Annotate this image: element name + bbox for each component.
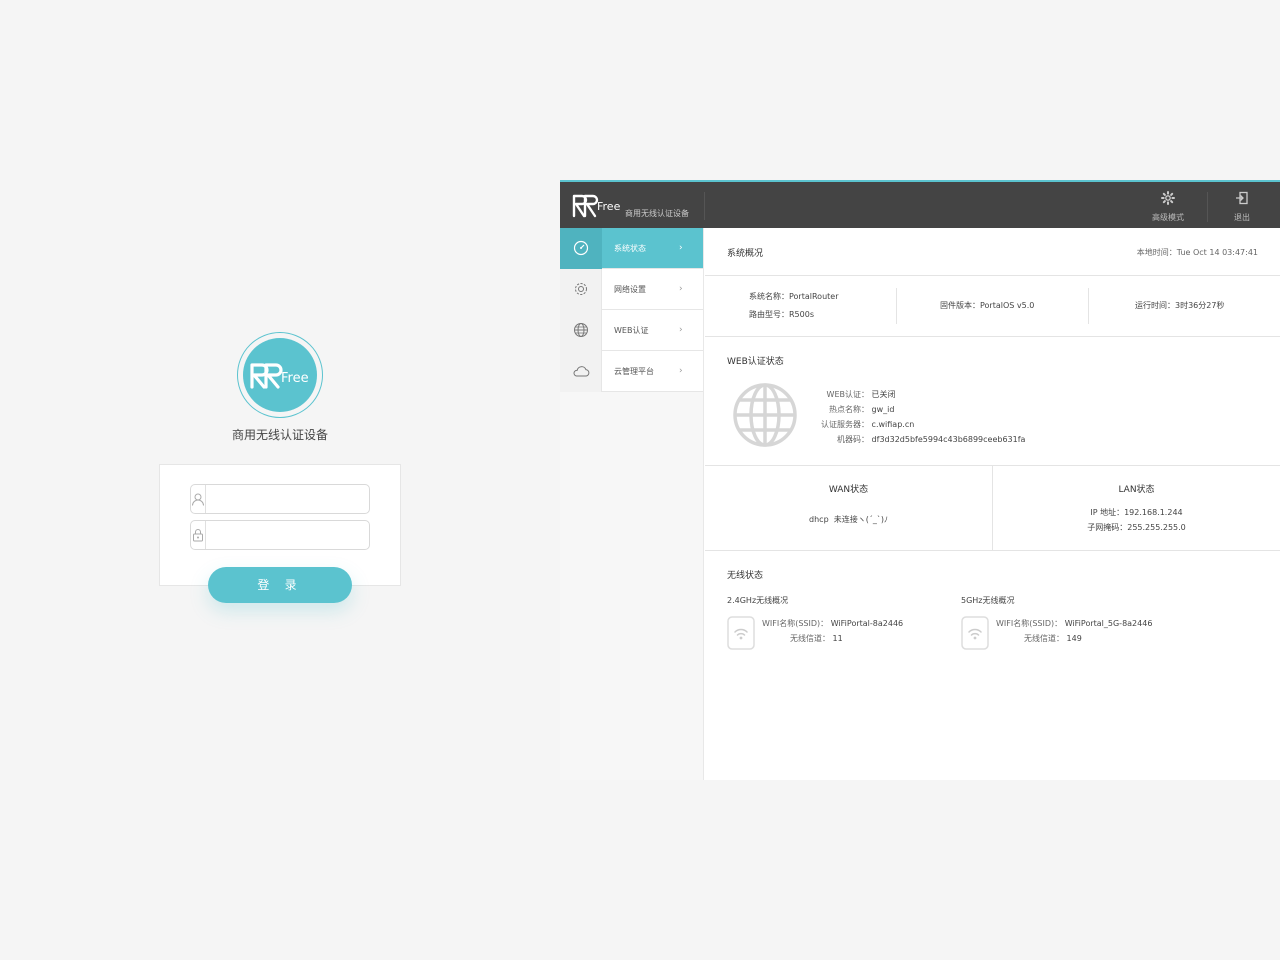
firmware-version: 固件版本：PortalOS v5.0 [940, 301, 1035, 310]
logout-label: 退出 [1234, 213, 1250, 222]
band-24-channel: 无线信道： 11 [790, 634, 843, 643]
login-subtitle: 商用无线认证设备 [231, 428, 328, 442]
system-name: 系统名称：PortalRouter [749, 292, 839, 301]
sidebar-item-system-status[interactable]: 系统状态 › [560, 227, 703, 269]
uptime: 运行时间：3时36分27秒 [1135, 301, 1225, 310]
svg-text:Free: Free [597, 200, 621, 213]
password-input[interactable] [206, 522, 373, 548]
lan-ip: IP 地址：192.168.1.244 [1090, 508, 1183, 517]
router-model: 路由型号：R500s [749, 310, 814, 319]
band-5-title: 5GHz无线概况 [961, 596, 1015, 605]
password-field[interactable] [190, 520, 373, 550]
dashboard-icon [560, 227, 602, 269]
login-button[interactable]: 登 录 [208, 567, 352, 603]
wireless-title: 无线状态 [727, 571, 764, 581]
chevron-right-icon: › [679, 366, 683, 376]
header-separator [1207, 192, 1208, 222]
svg-text:Free: Free [281, 371, 309, 386]
band-24-title: 2.4GHz无线概况 [727, 596, 789, 605]
web-auth-title: WEB认证状态 [727, 357, 784, 367]
wan-status: dhcp 未连接ヽ(ˊ_ˋ)ﾉ [809, 515, 888, 524]
band-5-ssid: WIFI名称(SSID)： WiFiPortal_5G-8a2446 [996, 619, 1153, 628]
username-input[interactable] [206, 486, 373, 512]
sidebar-item-network-settings[interactable]: 网络设置 › [560, 268, 703, 310]
advanced-mode-label: 高级模式 [1152, 213, 1184, 222]
web-auth-details: WEB认证： 已关闭 热点名称： gw_id 认证服务器： c.wifiap.c… [821, 390, 1026, 444]
top-header: Free 商用无线认证设备 高级模式 退出 [560, 180, 1280, 228]
sidebar-nav: 系统状态 › 网络设置 › WEB认证 › 云管理平台 › [560, 227, 704, 780]
advanced-mode-button[interactable]: 高级模式 [1152, 190, 1184, 223]
sidebar-item-label: 系统状态 [614, 243, 646, 253]
globe-icon [560, 309, 602, 351]
logout-icon [1235, 190, 1249, 209]
sidebar-item-label: 网络设置 [614, 284, 646, 294]
sidebar-item-label: 云管理平台 [614, 366, 654, 376]
sidebar-item-web-auth[interactable]: WEB认证 › [560, 309, 703, 351]
chevron-right-icon: › [679, 284, 683, 294]
username-field[interactable] [190, 484, 373, 514]
band-24-ssid: WIFI名称(SSID)： WiFiPortal-8a2446 [762, 619, 904, 628]
sidebar-item-cloud-platform[interactable]: 云管理平台 › [560, 350, 703, 392]
rrfree-logo-icon: Free [250, 363, 309, 389]
chevron-right-icon: › [679, 325, 683, 335]
wifi-device-icon [961, 616, 989, 650]
login-logo: Free [237, 332, 323, 418]
lan-mask: 子网掩码：255.255.255.0 [1087, 523, 1186, 532]
overview-title: 系统概况 [727, 249, 764, 259]
header-subtitle: 商用无线认证设备 [625, 209, 689, 218]
admin-panel: Free 商用无线认证设备 高级模式 退出 系统状态 › 网络设置 › WEB认… [560, 180, 1280, 780]
lan-title: LAN状态 [1118, 485, 1155, 495]
gear-icon [1161, 190, 1175, 209]
gear-icon [560, 268, 602, 310]
header-divider [704, 192, 705, 220]
cloud-icon [560, 350, 602, 392]
wifi-device-icon [727, 616, 755, 650]
chevron-right-icon: › [679, 243, 683, 253]
user-icon [191, 485, 206, 513]
globe-icon [733, 383, 797, 447]
rrfree-logo-icon: Free [572, 194, 621, 218]
logout-button[interactable]: 退出 [1234, 190, 1250, 223]
sidebar-item-label: WEB认证 [614, 325, 649, 335]
wan-title: WAN状态 [828, 485, 869, 495]
main-content: 系统概况 本地时间：Tue Oct 14 03:47:41 系统名称：Porta… [705, 228, 1280, 780]
lock-icon [191, 521, 206, 549]
local-time: 本地时间：Tue Oct 14 03:47:41 [1136, 248, 1258, 257]
band-5-channel: 无线信道： 149 [1024, 634, 1082, 643]
